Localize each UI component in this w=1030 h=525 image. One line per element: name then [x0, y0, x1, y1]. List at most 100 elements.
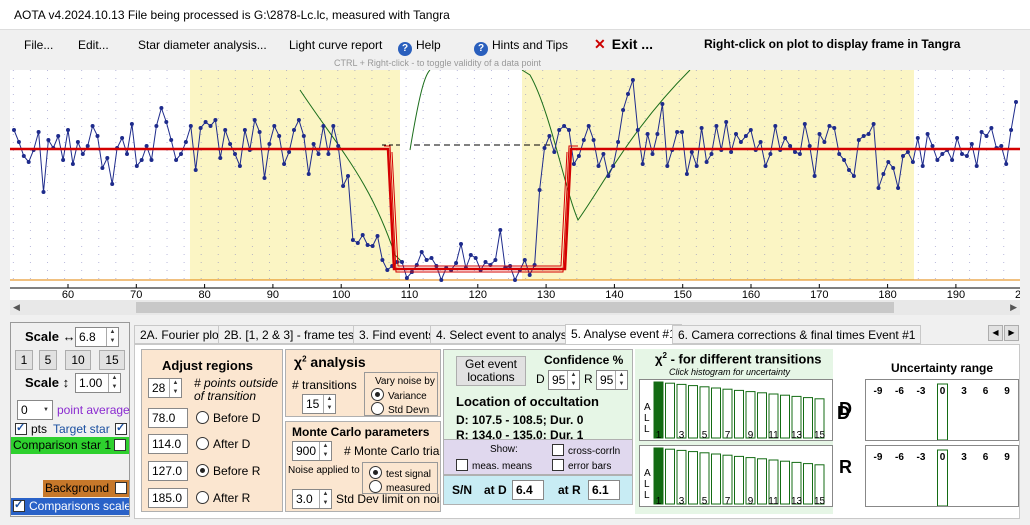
- exit-menu[interactable]: ✕ Exit ...: [594, 36, 653, 53]
- data-point[interactable]: [159, 106, 164, 110]
- data-point[interactable]: [886, 160, 891, 164]
- data-point[interactable]: [375, 234, 380, 238]
- file-menu[interactable]: File...: [24, 38, 53, 52]
- data-point[interactable]: [891, 166, 896, 170]
- data-point[interactable]: [547, 134, 552, 138]
- tab-scroll-right[interactable]: ▶: [1004, 325, 1019, 341]
- tab-analyse-event[interactable]: 5. Analyse event #1: [565, 324, 682, 345]
- data-point[interactable]: [817, 132, 822, 136]
- data-point[interactable]: [179, 152, 183, 156]
- std-devn-radio[interactable]: Std Devn: [371, 402, 429, 416]
- tab-frame-test[interactable]: 2B. [1, 2 & 3] - frame test: [218, 325, 364, 344]
- data-point[interactable]: [851, 174, 856, 178]
- data-point[interactable]: [257, 130, 262, 134]
- before-r-radio[interactable]: Before R: [196, 464, 260, 478]
- data-point[interactable]: [311, 142, 316, 146]
- target-star-checkbox[interactable]: [115, 421, 127, 435]
- data-point[interactable]: [346, 174, 350, 178]
- data-point[interactable]: [665, 164, 670, 168]
- data-point[interactable]: [262, 176, 267, 180]
- data-point[interactable]: [242, 128, 247, 132]
- r-uncertainty[interactable]: -9 -6 -3 0 3 6 9: [865, 445, 1019, 507]
- tab-camera-corrections[interactable]: 6. Camera corrections & final times Even…: [672, 325, 922, 344]
- data-point[interactable]: [164, 120, 169, 124]
- data-point[interactable]: [193, 168, 198, 172]
- data-point[interactable]: [680, 130, 684, 134]
- light-curve-plot[interactable]: 60 70 80 90 100 110 120 130 140 150 160 170 180 190 20…: [10, 70, 1020, 300]
- data-point[interactable]: [684, 172, 689, 176]
- data-point[interactable]: [812, 174, 817, 178]
- data-point[interactable]: [370, 244, 375, 248]
- data-point[interactable]: [213, 118, 218, 122]
- data-point[interactable]: [905, 150, 910, 154]
- data-point[interactable]: [498, 228, 503, 232]
- data-point[interactable]: [709, 152, 714, 156]
- data-point[interactable]: [935, 158, 940, 162]
- data-point[interactable]: [640, 162, 645, 166]
- data-point[interactable]: [267, 142, 272, 146]
- data-point[interactable]: [355, 241, 360, 245]
- data-point[interactable]: [743, 134, 748, 138]
- scroll-left-arrow[interactable]: ◀: [13, 302, 20, 313]
- data-point[interactable]: [964, 154, 969, 158]
- data-point[interactable]: [704, 160, 709, 164]
- before-r-input[interactable]: 127.0: [148, 461, 188, 481]
- data-point[interactable]: [724, 120, 729, 124]
- d-histogram-chart[interactable]: ALL1 3 5 7 9 11 13 15: [640, 380, 832, 441]
- spin-arrows-icon[interactable]: ▲ ▼: [615, 371, 627, 389]
- data-point[interactable]: [910, 160, 915, 164]
- histogram-bar[interactable]: [803, 397, 813, 439]
- data-point[interactable]: [292, 128, 296, 132]
- confidence-r-input[interactable]: 95 ▲ ▼: [596, 370, 628, 390]
- data-point[interactable]: [522, 258, 527, 262]
- data-point[interactable]: [984, 134, 989, 138]
- data-point[interactable]: [252, 118, 257, 122]
- comparisons-scaled-checkbox[interactable]: [13, 498, 25, 512]
- data-point[interactable]: [183, 140, 188, 144]
- data-point[interactable]: [738, 140, 743, 144]
- scale-button-15[interactable]: 15: [99, 350, 125, 370]
- data-point[interactable]: [768, 152, 773, 156]
- data-point[interactable]: [1004, 162, 1009, 166]
- data-point[interactable]: [861, 134, 866, 138]
- data-point[interactable]: [729, 150, 734, 154]
- data-point[interactable]: [21, 154, 26, 158]
- spin-arrows-icon[interactable]: ▲ ▼: [106, 328, 118, 346]
- data-point[interactable]: [385, 268, 390, 272]
- spin-arrows-icon[interactable]: ▲ ▼: [108, 374, 120, 392]
- data-point[interactable]: [80, 152, 85, 156]
- confidence-d-input[interactable]: 95 ▲ ▼: [548, 370, 580, 390]
- data-point[interactable]: [842, 158, 847, 162]
- histogram-bar[interactable]: [803, 463, 813, 505]
- data-point[interactable]: [134, 164, 139, 168]
- spin-arrows-icon[interactable]: ▲ ▼: [319, 442, 331, 460]
- after-r-input[interactable]: 185.0: [148, 488, 188, 508]
- data-point[interactable]: [169, 138, 174, 142]
- data-point[interactable]: [645, 132, 650, 136]
- data-point[interactable]: [350, 238, 355, 242]
- data-point[interactable]: [689, 150, 694, 154]
- data-point[interactable]: [331, 124, 336, 128]
- plot-canvas[interactable]: 60 70 80 90 100 110 120 130 140 150 160 170 180 190 20…: [10, 70, 1020, 300]
- data-point[interactable]: [969, 142, 974, 146]
- cross-corr-checkbox[interactable]: cross-corrln: [552, 444, 620, 457]
- data-point[interactable]: [871, 122, 876, 126]
- data-point[interactable]: [562, 124, 567, 128]
- data-point[interactable]: [940, 152, 945, 156]
- data-point[interactable]: [46, 138, 51, 142]
- histogram-bar[interactable]: [711, 453, 721, 505]
- data-point[interactable]: [552, 150, 557, 154]
- data-point[interactable]: [365, 243, 370, 247]
- data-point[interactable]: [233, 152, 237, 156]
- data-point[interactable]: [596, 164, 601, 168]
- data-point[interactable]: [277, 134, 282, 138]
- histogram-bar[interactable]: [734, 389, 744, 439]
- data-point[interactable]: [635, 128, 640, 132]
- data-point[interactable]: [979, 130, 984, 134]
- get-event-locations-button[interactable]: Get event locations: [456, 356, 526, 386]
- data-point[interactable]: [208, 124, 213, 128]
- data-point[interactable]: [125, 152, 129, 156]
- data-point[interactable]: [557, 128, 562, 132]
- histogram-bar[interactable]: [780, 394, 790, 439]
- data-point[interactable]: [793, 150, 797, 154]
